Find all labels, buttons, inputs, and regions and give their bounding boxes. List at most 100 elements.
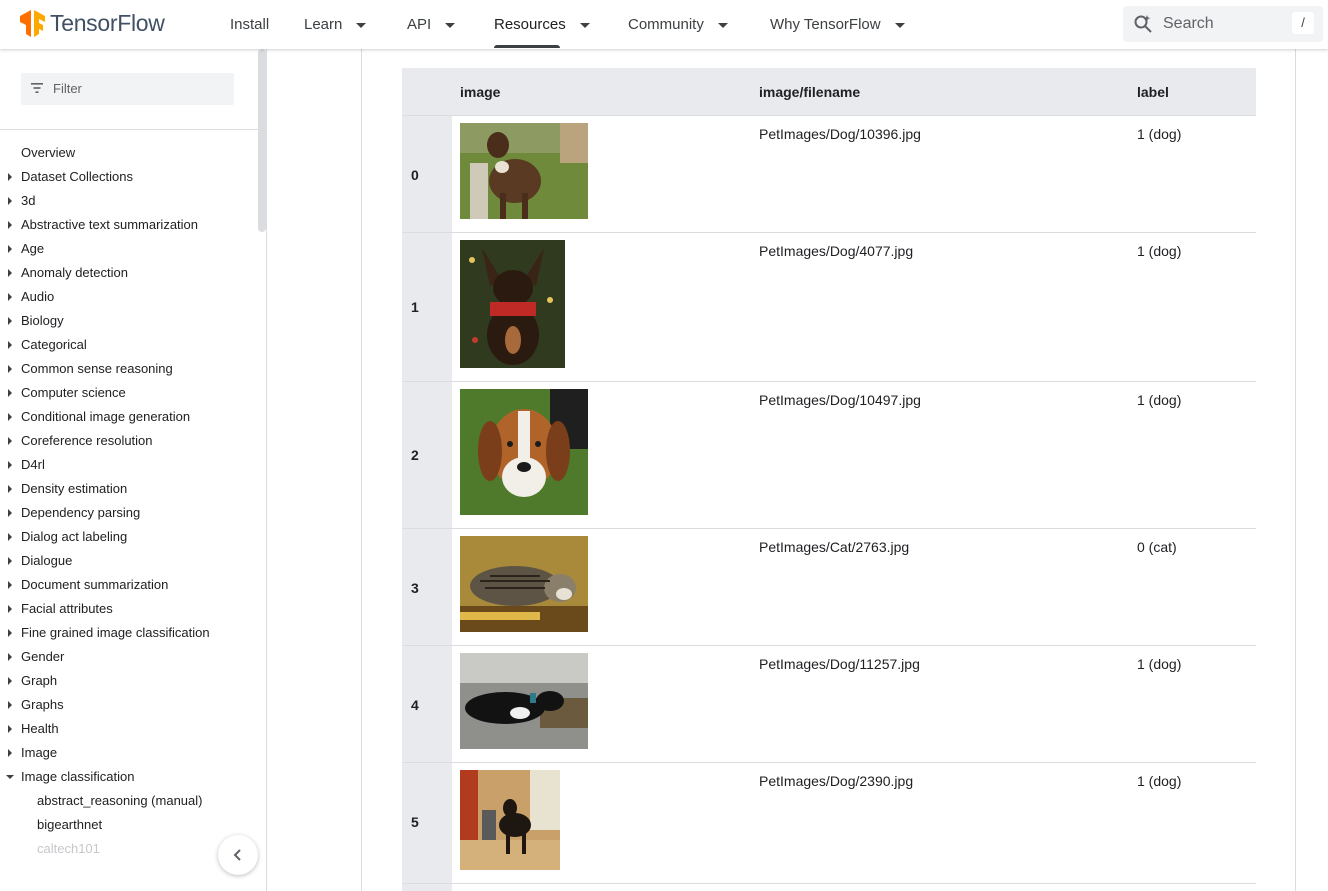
sidebar-scrollbar[interactable] (258, 49, 266, 232)
sidebar-item-common-sense-reasoning[interactable]: Common sense reasoning (0, 357, 258, 381)
sidebar-item-label: Overview (21, 145, 76, 160)
sidebar-item-label: Categorical (21, 337, 87, 352)
label-cell: 1 (dog) (1137, 392, 1182, 408)
sidebar-item-3d[interactable]: 3d (0, 189, 258, 213)
table-header: image image/filename label (402, 68, 1256, 116)
sidebar-item-computer-science[interactable]: Computer science (0, 381, 258, 405)
row-index: 3 (411, 580, 419, 596)
nav-why-tensorflow-label: Why TensorFlow (770, 15, 881, 33)
nav-learn-label: Learn (304, 15, 343, 33)
sidebar-item-graph[interactable]: Graph (0, 669, 258, 693)
expand-arrow-icon (8, 293, 12, 301)
nav-install-label: Install (230, 15, 270, 33)
sidebar-item-categorical[interactable]: Categorical (0, 333, 258, 357)
row-index-cell: 3 (402, 529, 452, 645)
sidebar-item-image-classification[interactable]: Image classification (0, 765, 258, 789)
filename-cell: PetImages/Dog/10497.jpg (759, 392, 921, 408)
sidebar-item-audio[interactable]: Audio (0, 285, 258, 309)
search-placeholder: Search (1163, 15, 1214, 32)
sidebar-item-conditional-image-generation[interactable]: Conditional image generation (0, 405, 258, 429)
sidebar-item-label: Biology (21, 313, 64, 328)
sidebar-item-abstractive-text-summarization[interactable]: Abstractive text summarization (0, 213, 258, 237)
sidebar-subitem-abstract-reasoning[interactable]: abstract_reasoning (manual) (0, 789, 258, 813)
sidebar-item-label: D4rl (21, 457, 45, 472)
sidebar-item-label: bigearthnet (37, 817, 103, 832)
expand-arrow-icon (8, 557, 12, 565)
expand-arrow-icon (8, 221, 12, 229)
tensorflow-logo[interactable]: TensorFlow (20, 10, 165, 37)
sidebar-item-facial-attributes[interactable]: Facial attributes (0, 597, 258, 621)
nav-install[interactable]: Install (230, 0, 269, 48)
nav-learn[interactable]: Learn (304, 0, 367, 48)
sidebar-item-dependency-parsing[interactable]: Dependency parsing (0, 501, 258, 525)
row-index-cell: 2 (402, 382, 452, 528)
expand-arrow-icon (8, 605, 12, 613)
expand-arrow-icon (8, 341, 12, 349)
row-index-cell: 4 (402, 646, 452, 762)
filename-cell: PetImages/Dog/10396.jpg (759, 126, 921, 142)
chevron-down-icon (717, 22, 728, 28)
expand-arrow-icon (8, 365, 12, 373)
expand-arrow-icon (8, 581, 12, 589)
sidebar-item-dialogue[interactable]: Dialogue (0, 549, 258, 573)
collapse-sidebar-button[interactable] (218, 835, 258, 875)
expand-arrow-icon (8, 245, 12, 253)
nav-api-label: API (407, 15, 432, 33)
sidebar-item-coreference-resolution[interactable]: Coreference resolution (0, 429, 258, 453)
sidebar-item-biology[interactable]: Biology (0, 309, 258, 333)
brindle-boxer-dog-thumbnail[interactable] (460, 123, 588, 219)
sidebar-item-label: Coreference resolution (21, 433, 153, 448)
brand-name: TensorFlow (50, 10, 165, 36)
filter-input[interactable]: Filter (21, 73, 234, 105)
dog-in-hallway-thumbnail[interactable] (460, 770, 560, 870)
chevron-down-icon (445, 22, 456, 28)
sidebar-item-health[interactable]: Health (0, 717, 258, 741)
expand-arrow-icon (8, 437, 12, 445)
row-index: 2 (411, 447, 419, 463)
row-index-cell: 0 (402, 116, 452, 232)
sidebar-item-label: Computer science (21, 385, 126, 400)
row-index: 4 (411, 697, 419, 713)
sidebar-item-dialog-act-labeling[interactable]: Dialog act labeling (0, 525, 258, 549)
sidebar-item-graphs[interactable]: Graphs (0, 693, 258, 717)
row-index-cell: 5 (402, 763, 452, 883)
sidebar-nav-list: Overview Dataset Collections 3d Abstract… (0, 141, 258, 861)
table-row: 3 PetImages/Cat/2763.jpg 0 (cat) (402, 529, 1256, 646)
sidebar-subitem-bigearthnet[interactable]: bigearthnet (0, 813, 258, 837)
sidebar-item-density-estimation[interactable]: Density estimation (0, 477, 258, 501)
expand-arrow-icon (8, 677, 12, 685)
sidebar-item-overview[interactable]: Overview (0, 141, 258, 165)
expand-arrow-icon (8, 317, 12, 325)
nav-community[interactable]: Community (628, 0, 728, 48)
tensorflow-logo-icon (20, 10, 45, 37)
tabby-cat-lying-thumbnail[interactable] (460, 536, 588, 632)
sidebar-item-label: Graph (21, 673, 58, 688)
black-dog-on-mat-thumbnail[interactable] (460, 653, 588, 749)
expand-arrow-icon (8, 485, 12, 493)
nav-why-tensorflow[interactable]: Why TensorFlow (770, 0, 905, 48)
sidebar-item-label: Conditional image generation (21, 409, 191, 424)
sidebar-item-label: Graphs (21, 697, 64, 712)
sidebar-item-gender[interactable]: Gender (0, 645, 258, 669)
sidebar-item-fine-grained-image-classification[interactable]: Fine grained image classification (0, 621, 258, 645)
nav-resources[interactable]: Resources (494, 0, 590, 48)
sidebar-item-age[interactable]: Age (0, 237, 258, 261)
sidebar-item-label: Abstractive text summarization (21, 217, 199, 232)
sidebar-item-anomaly-detection[interactable]: Anomaly detection (0, 261, 258, 285)
row-index: 0 (411, 167, 419, 183)
nav-api[interactable]: API (407, 0, 456, 48)
sidebar-item-d4rl[interactable]: D4rl (0, 453, 258, 477)
chihuahua-red-scarf-thumbnail[interactable] (460, 240, 565, 368)
label-cell: 0 (cat) (1137, 539, 1177, 555)
expand-arrow-icon (8, 701, 12, 709)
chevron-down-icon (356, 22, 367, 28)
beagle-face-thumbnail[interactable] (460, 389, 588, 515)
column-header-image: image (460, 84, 501, 100)
sidebar-item-label: Facial attributes (21, 601, 113, 616)
sidebar-item-image[interactable]: Image (0, 741, 258, 765)
sidebar-item-document-summarization[interactable]: Document summarization (0, 573, 258, 597)
sidebar-item-label: caltech101 (37, 841, 100, 856)
chevron-down-icon (579, 22, 590, 28)
sidebar-item-dataset-collections[interactable]: Dataset Collections (0, 165, 258, 189)
table-row: 5 PetImages/Dog/2390.jpg 1 (dog) (402, 763, 1256, 884)
